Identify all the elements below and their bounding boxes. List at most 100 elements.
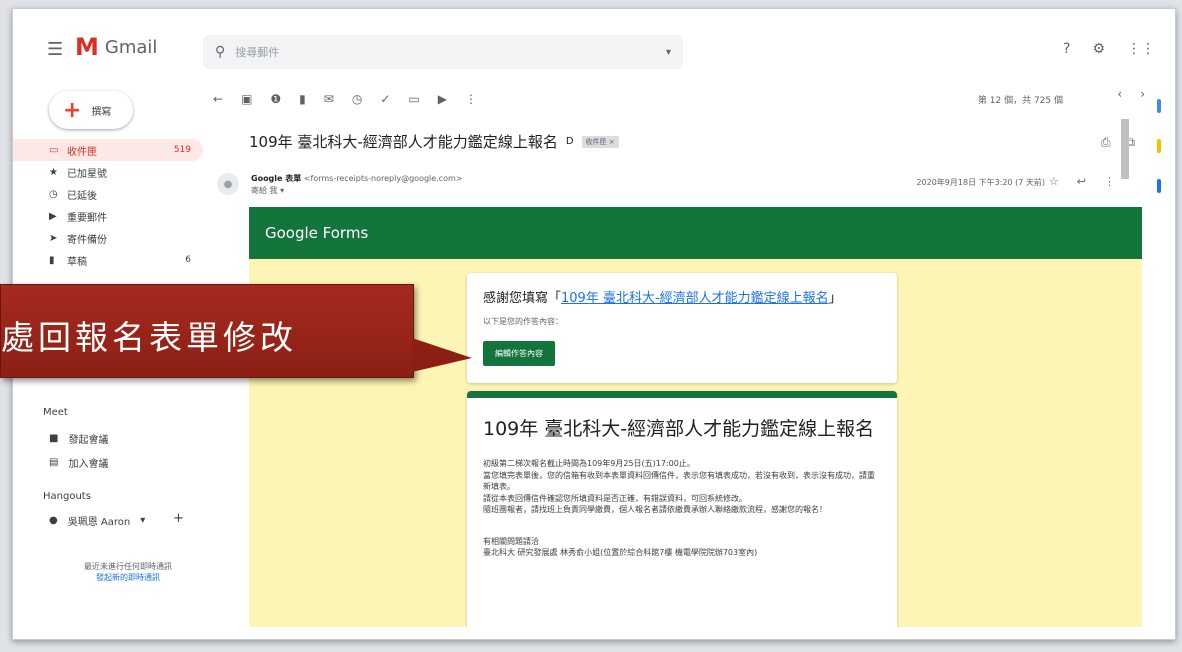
sidebar-item-sent[interactable]: ➤ 寄件備份 bbox=[13, 227, 203, 249]
sidebar-item-count: 519 bbox=[173, 145, 191, 155]
sidebar-item-label: 已加星號 bbox=[67, 168, 107, 180]
more-vertical-icon[interactable]: ⋮ bbox=[465, 92, 477, 106]
reply-icon[interactable]: ↩ bbox=[1077, 175, 1086, 188]
snooze-icon[interactable]: ◷ bbox=[352, 92, 362, 106]
email-body: Google Forms 感謝您填寫「109年 臺北科大-經濟部人才能力鑑定線上… bbox=[249, 207, 1142, 627]
mark-unread-icon[interactable]: ✉ bbox=[324, 92, 334, 106]
sender-avatar: ● bbox=[217, 173, 239, 195]
sidebar-item-starred[interactable]: ★ 已加星號 bbox=[13, 161, 203, 183]
sidebar-item-label: 寄件備份 bbox=[67, 234, 107, 246]
gmail-logo[interactable]: M Gmail bbox=[75, 33, 158, 61]
sidebar-item-label: 收件匣 bbox=[67, 146, 97, 158]
thanks-message: 感謝您填寫「109年 臺北科大-經濟部人才能力鑑定線上報名」 bbox=[483, 287, 881, 306]
form-details-card: 109年 臺北科大-經濟部人才能力鑑定線上報名 初級第二梯次報名截止時間為109… bbox=[467, 391, 897, 627]
meet-join-label: 加入會議 bbox=[68, 459, 109, 470]
tasks-icon[interactable] bbox=[1157, 179, 1161, 193]
clock-icon: ◷ bbox=[49, 188, 58, 200]
sidebar-item-inbox[interactable]: ▭ 收件匣 519 bbox=[13, 139, 203, 161]
keep-icon[interactable] bbox=[1157, 139, 1161, 153]
hangouts-user[interactable]: ● 吳珮恩 Aaron ▾ bbox=[49, 513, 145, 528]
search-options-icon[interactable]: ▾ bbox=[666, 47, 671, 58]
email-subject: 109年 臺北科大-經濟部人才能力鑑定線上報名 D 收件匣 × bbox=[249, 131, 619, 152]
sidebar-item-label: 草稿 bbox=[67, 256, 87, 268]
important-icon: ▶ bbox=[49, 210, 57, 222]
pager-count: 第 12 個，共 725 個 bbox=[977, 95, 1063, 106]
search-input[interactable]: 搜尋郵件 bbox=[235, 44, 656, 60]
meet-start-label: 發起會議 bbox=[68, 435, 109, 446]
sidebar-item-important[interactable]: ▶ 重要郵件 bbox=[13, 205, 203, 227]
important-marker-icon[interactable]: D bbox=[566, 136, 574, 147]
contact-title: 有相關問題請洽 bbox=[483, 536, 539, 546]
google-forms-logo: Google Forms bbox=[265, 224, 369, 242]
side-panel bbox=[1141, 69, 1175, 629]
settings-icon[interactable]: ⚙ bbox=[1092, 41, 1105, 57]
desc-line: 當您填完表單後，您的信箱有收到本表單資料回傳信件，表示您有填表成功，若沒有收到，… bbox=[483, 470, 875, 492]
delete-icon[interactable]: ▮ bbox=[299, 92, 306, 106]
sidebar-item-label: 重要郵件 bbox=[67, 212, 107, 224]
report-spam-icon[interactable]: ❶ bbox=[270, 92, 281, 106]
sender-email: <forms-receipts-noreply@google.com> bbox=[303, 174, 463, 183]
move-to-icon[interactable]: ▭ bbox=[408, 92, 419, 106]
contact-line: 臺北科大 研究發展處 林秀俞小姐(位置於綜合科館7樓 機電學院院辦703室內) bbox=[483, 548, 758, 557]
meet-start-item[interactable]: ■ 發起會議 bbox=[49, 431, 108, 446]
search-icon[interactable]: ⚲ bbox=[215, 44, 225, 60]
google-forms-header: Google Forms bbox=[249, 207, 1142, 259]
form-description: 初級第二梯次報名截止時間為109年9月25日(五)17:00止。 當您填完表單後… bbox=[483, 458, 881, 559]
meet-section-title: Meet bbox=[43, 407, 68, 418]
sidebar-item-drafts[interactable]: ▮ 草稿 6 bbox=[13, 249, 203, 271]
sidebar-item-count: 6 bbox=[185, 255, 191, 265]
subject-tools: ⎙ ⧉ bbox=[1101, 135, 1135, 150]
top-right-icons: ? ⚙ ⋮⋮ bbox=[1063, 41, 1155, 57]
inbox-icon: ▭ bbox=[49, 144, 59, 156]
print-icon[interactable]: ⎙ bbox=[1101, 135, 1111, 150]
thanks-prefix: 感謝您填寫「 bbox=[483, 291, 562, 306]
add-task-icon[interactable]: ✓ bbox=[380, 92, 390, 106]
sidebar-item-snoozed[interactable]: ◷ 已延後 bbox=[13, 183, 203, 205]
subject-text: 109年 臺北科大-經濟部人才能力鑑定線上報名 bbox=[249, 133, 558, 151]
archive-icon[interactable]: ▣ bbox=[241, 92, 252, 106]
compose-button[interactable]: + 撰寫 bbox=[49, 91, 134, 129]
email-date: 2020年9月18日 下午3:20 (7 天前) bbox=[916, 178, 1045, 187]
star-icon[interactable]: ☆ bbox=[1049, 175, 1059, 188]
gmail-logo-text: Gmail bbox=[104, 36, 158, 58]
callout-pointer bbox=[412, 338, 472, 372]
sidebar-item-label: 已延後 bbox=[67, 190, 97, 202]
chevron-down-icon[interactable]: ▾ bbox=[280, 186, 284, 195]
sidebar-nav: ▭ 收件匣 519 ★ 已加星號 ◷ 已延後 ▶ 重要郵件 ➤ 寄件備份 ▮ 草… bbox=[13, 139, 203, 271]
sender-row: ● Google 表單 <forms-receipts-noreply@goog… bbox=[217, 173, 463, 197]
edit-response-button[interactable]: 編輯作答內容 bbox=[483, 341, 555, 366]
prev-page-icon[interactable]: ‹ bbox=[1117, 87, 1122, 101]
chat-empty-state: 最近未進行任何即時通訊 發起新的即時通訊 bbox=[73, 561, 183, 583]
chevron-down-icon[interactable]: ▾ bbox=[140, 515, 145, 526]
label-icon[interactable]: ▶ bbox=[438, 92, 447, 106]
recipient: 寄給 我 bbox=[251, 186, 278, 195]
search-bar[interactable]: ⚲ 搜尋郵件 ▾ bbox=[203, 35, 683, 69]
start-chat-link[interactable]: 發起新的即時通訊 bbox=[73, 572, 183, 583]
callout-banner: 處回報名表單修改 bbox=[0, 284, 414, 378]
menu-icon[interactable]: ☰ bbox=[47, 39, 63, 60]
email-toolbar: ← ▣ ❶ ▮ ✉ ◷ ✓ ▭ ▶ ⋮ 第 12 個，共 725 個 bbox=[213, 87, 1133, 111]
scrollbar[interactable] bbox=[1121, 119, 1129, 179]
meet-join-item[interactable]: ▤ 加入會議 bbox=[49, 455, 108, 470]
thanks-suffix: 」 bbox=[828, 291, 842, 306]
keyboard-icon: ▤ bbox=[49, 457, 59, 468]
date-tools: ☆ ↩ ⋮ bbox=[1049, 175, 1115, 188]
add-chat-icon[interactable]: + bbox=[173, 511, 184, 526]
more-vertical-icon[interactable]: ⋮ bbox=[1104, 175, 1115, 188]
gmail-m-icon: M bbox=[75, 33, 99, 61]
sent-icon: ➤ bbox=[49, 232, 58, 244]
form-link[interactable]: 109年 臺北科大-經濟部人才能力鑑定線上報名 bbox=[561, 291, 829, 306]
desc-line: 初級第二梯次報名截止時間為109年9月25日(五)17:00止。 bbox=[483, 459, 695, 468]
form-title: 109年 臺北科大-經濟部人才能力鑑定線上報名 bbox=[483, 418, 875, 440]
video-camera-icon: ■ bbox=[49, 433, 59, 444]
apps-grid-icon[interactable]: ⋮⋮ bbox=[1127, 41, 1155, 57]
calendar-icon[interactable] bbox=[1157, 99, 1161, 113]
sender-info: Google 表單 <forms-receipts-noreply@google… bbox=[251, 173, 463, 197]
confirmation-card: 感謝您填寫「109年 臺北科大-經濟部人才能力鑑定線上報名」 以下是您的作答內容… bbox=[467, 273, 897, 383]
hangouts-user-name: 吳珮恩 Aaron bbox=[67, 517, 131, 528]
desc-line: 請從本表回傳信件確認您所填資料是否正確，有錯誤資料，可回系統修改。 bbox=[483, 493, 747, 503]
inbox-label-chip[interactable]: 收件匣 × bbox=[581, 135, 619, 148]
help-icon[interactable]: ? bbox=[1063, 41, 1070, 57]
user-avatar-icon: ● bbox=[49, 515, 58, 526]
back-arrow-icon[interactable]: ← bbox=[213, 92, 223, 106]
